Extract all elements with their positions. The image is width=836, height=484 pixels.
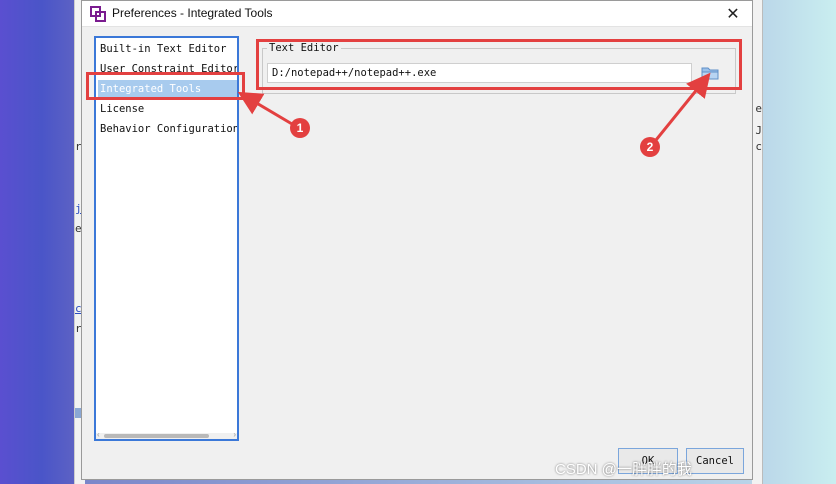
annotation-badge-2: 2 [640, 137, 660, 157]
annotation-arrow-1 [237, 91, 293, 126]
annotation-arrows [237, 72, 711, 141]
annotation-arrow-2 [654, 72, 711, 141]
csdn-watermark: CSDN @一胖胖的我 [555, 461, 692, 478]
annotation-badge-1: 1 [290, 118, 310, 138]
